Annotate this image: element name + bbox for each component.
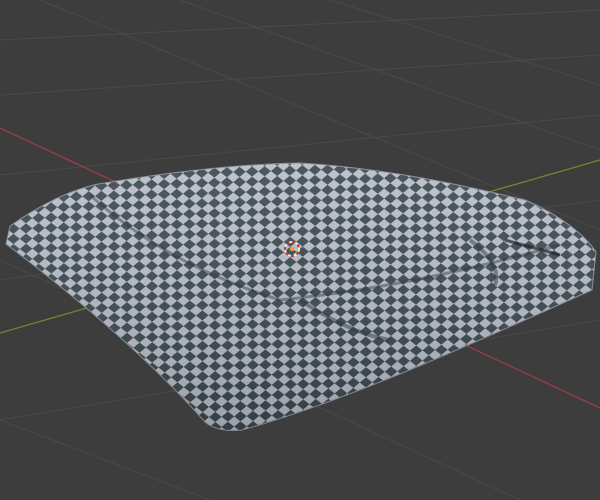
checker-mesh[interactable] xyxy=(5,162,597,431)
viewport-canvas[interactable] xyxy=(0,0,600,500)
3d-viewport[interactable] xyxy=(0,0,600,500)
